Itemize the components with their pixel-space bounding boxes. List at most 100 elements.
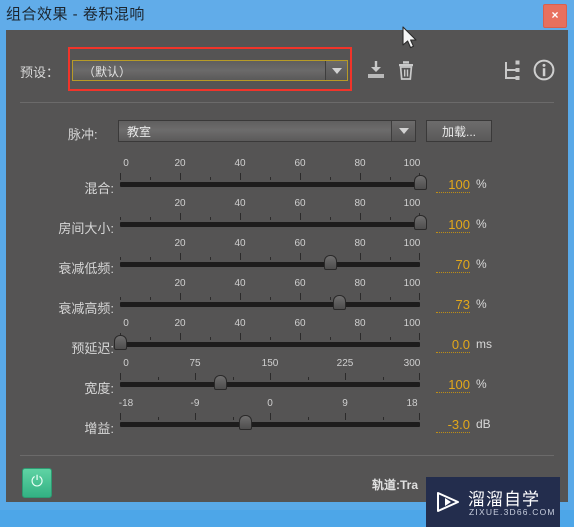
tick-label: 80 <box>354 238 366 249</box>
tick-label: 100 <box>403 278 421 289</box>
save-preset-icon[interactable] <box>364 58 388 82</box>
slider-row: 房间大小: 20 40 60 80 100 100% <box>6 198 568 238</box>
slider-thumb[interactable] <box>114 335 127 350</box>
slider-ticks <box>120 213 420 220</box>
impulse-value: 教室 <box>127 125 152 139</box>
slider-row: 增益: -18 -9 0 9 18 -3.0 dB <box>6 398 568 438</box>
slider-thumb[interactable] <box>414 215 427 230</box>
preset-value: （默认） <box>83 65 132 79</box>
routing-icon[interactable] <box>500 58 524 82</box>
chevron-down-icon[interactable] <box>325 61 347 80</box>
tick-label: 300 <box>403 358 421 369</box>
slider-thumb[interactable] <box>324 255 337 270</box>
tick-label: 20 <box>174 318 186 329</box>
slider-tick-labels: 0 75 150 225 300 <box>120 358 420 372</box>
preset-row: 预设： （默认） <box>6 40 568 103</box>
tick-label: 40 <box>234 198 246 209</box>
slider-area: 0 20 40 60 80 100 <box>114 318 420 358</box>
slider-ticks <box>120 253 420 260</box>
tick-label: 150 <box>261 358 279 369</box>
preset-divider <box>20 102 554 103</box>
tick-label: 100 <box>403 238 421 249</box>
tick-label: 20 <box>174 198 186 209</box>
tick-label: 225 <box>336 358 354 369</box>
tick-label: 40 <box>234 158 246 169</box>
title-bar: 组合效果 - 卷积混响 × <box>0 0 574 30</box>
slider-tick-labels: 0 20 40 60 80 100 <box>120 318 420 332</box>
slider-ticks <box>120 173 420 180</box>
slider-value[interactable]: -3.0 <box>436 417 470 433</box>
slider-row: 衰减低频: 20 40 60 80 100 70% <box>6 238 568 278</box>
tick-label: 60 <box>294 238 306 249</box>
slider-tick-labels: -18 -9 0 9 18 <box>119 398 420 412</box>
slider-value[interactable]: 100 <box>436 177 470 193</box>
slider-row: 混合: 0 20 40 60 80 100 100% <box>6 158 568 198</box>
info-icon[interactable] <box>532 58 556 82</box>
impulse-dropdown[interactable]: 教室 <box>118 120 416 142</box>
tick-label: 20 <box>174 158 186 169</box>
slider-track[interactable] <box>120 182 420 187</box>
slider-area: -18 -9 0 9 18 <box>119 398 420 438</box>
tick-label: 80 <box>354 318 366 329</box>
tick-label: 60 <box>294 198 306 209</box>
tick-label: 100 <box>403 198 421 209</box>
footer-divider <box>20 455 554 456</box>
effect-dialog-window: 组合效果 - 卷积混响 × 预设： （默认） 脉冲: 教室 加载... 混合: … <box>0 0 574 527</box>
slider-value[interactable]: 0.0 <box>436 337 470 353</box>
slider-ticks <box>120 333 420 340</box>
watermark-subtitle: ZIXUE.3D66.COM <box>469 507 556 517</box>
slider-row: 衰减高频: 20 40 60 80 100 73% <box>6 278 568 318</box>
slider-label: 宽度: <box>84 381 114 396</box>
slider-area: 0 75 150 225 300 <box>120 358 420 398</box>
slider-thumb[interactable] <box>414 175 427 190</box>
tick-label: 40 <box>234 238 246 249</box>
close-button[interactable]: × <box>543 4 567 28</box>
power-toggle-button[interactable]: ⏻ <box>22 468 52 498</box>
chevron-down-icon[interactable] <box>391 121 415 141</box>
slider-row: 预延迟: 0 20 40 60 80 100 0.0 ms <box>6 318 568 358</box>
close-icon: × <box>551 8 559 22</box>
preset-dropdown[interactable]: （默认） <box>72 60 348 81</box>
slider-track[interactable] <box>120 422 420 427</box>
slider-value[interactable]: 70 <box>436 257 470 273</box>
slider-track[interactable] <box>120 222 420 227</box>
slider-value[interactable]: 100 <box>436 217 470 233</box>
slider-label: 预延迟: <box>71 341 114 356</box>
slider-ticks <box>120 413 420 420</box>
tick-label: 60 <box>294 278 306 289</box>
slider-track[interactable] <box>120 262 420 267</box>
tick-label: 100 <box>403 158 421 169</box>
slider-row: 宽度: 0 75 150 225 300 100% <box>6 358 568 398</box>
slider-ticks <box>120 373 420 380</box>
tick-label: 40 <box>234 278 246 289</box>
slider-area: 20 40 60 80 100 <box>120 198 427 238</box>
slider-area: 0 20 40 60 80 100 <box>120 158 427 198</box>
slider-tick-labels: 20 40 60 80 100 <box>120 278 420 292</box>
power-icon: ⏻ <box>31 473 43 490</box>
load-button[interactable]: 加载... <box>426 120 492 142</box>
track-label: 轨道:Tra <box>372 478 419 492</box>
slider-track[interactable] <box>120 302 420 307</box>
slider-track[interactable] <box>120 342 420 347</box>
slider-tick-labels: 20 40 60 80 100 <box>120 238 420 252</box>
slider-thumb[interactable] <box>214 375 227 390</box>
slider-track[interactable] <box>120 382 420 387</box>
slider-unit: ms <box>476 337 492 351</box>
slider-value[interactable]: 73 <box>436 297 470 313</box>
slider-unit: dB <box>476 417 491 431</box>
effect-panel: 预设： （默认） 脉冲: 教室 加载... 混合: 0 20 40 60 80 … <box>6 30 568 527</box>
tick-label: -9 <box>190 398 200 409</box>
load-button-label: 加载... <box>441 125 476 139</box>
slider-label: 衰减低频: <box>58 261 114 276</box>
tick-label: 20 <box>174 278 186 289</box>
slider-value[interactable]: 100 <box>436 377 470 393</box>
window-title: 组合效果 - 卷积混响 <box>6 6 145 23</box>
slider-thumb[interactable] <box>239 415 252 430</box>
tick-label: 80 <box>354 158 366 169</box>
impulse-row: 脉冲: 教室 加载... <box>6 120 568 146</box>
delete-preset-icon[interactable] <box>394 58 418 82</box>
slider-unit: % <box>476 217 487 231</box>
slider-tick-labels: 0 20 40 60 80 100 <box>120 158 420 172</box>
slider-label: 混合: <box>84 181 114 196</box>
slider-thumb[interactable] <box>333 295 346 310</box>
